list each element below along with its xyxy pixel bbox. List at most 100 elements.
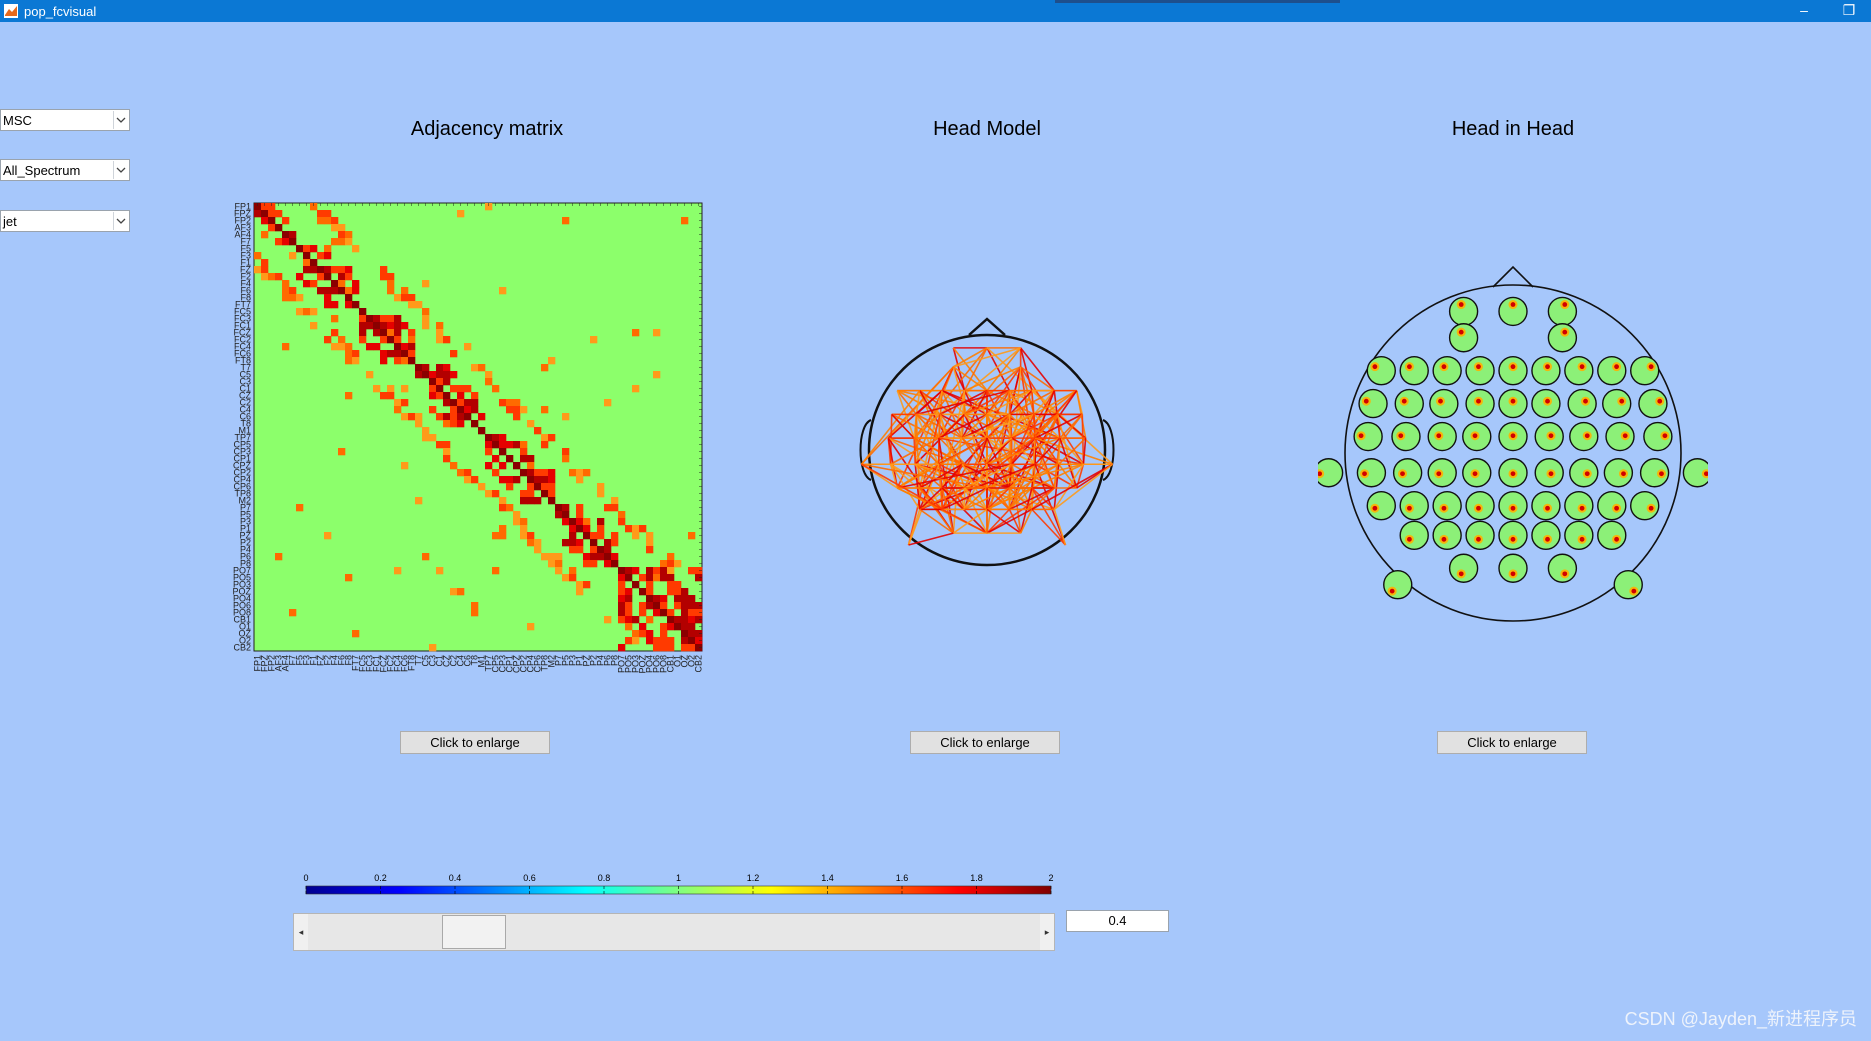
matrix-cell <box>471 392 479 400</box>
matrix-cell <box>324 273 332 281</box>
matrix-cell <box>569 532 577 540</box>
matrix-cell <box>604 560 612 568</box>
threshold-slider[interactable]: ◂ ▸ <box>293 913 1055 951</box>
matrix-cell <box>513 406 521 414</box>
matrix-cell <box>555 567 563 575</box>
matrix-cell <box>478 413 486 421</box>
matrix-cell <box>597 518 605 526</box>
enlarge-adjacency-button[interactable]: Click to enlarge <box>400 731 550 754</box>
matrix-cell <box>331 343 339 351</box>
matrix-cell <box>275 210 283 218</box>
matrix-cell <box>331 266 339 274</box>
matrix-cell <box>590 539 598 547</box>
chevron-down-icon <box>113 212 128 230</box>
slider-right-arrow-icon[interactable]: ▸ <box>1040 914 1054 950</box>
matrix-cell <box>380 322 388 330</box>
head-in-head-title: Head in Head <box>1451 118 1575 140</box>
colorbar-tick-label: 1.6 <box>896 873 909 883</box>
matrix-cell <box>338 238 346 246</box>
matrix-cell <box>359 308 367 316</box>
colorbar-tick-label: 0.2 <box>374 873 387 883</box>
matrix-cell <box>506 455 514 463</box>
matrix-cell <box>513 462 521 470</box>
mini-head <box>1643 421 1673 452</box>
matrix-cell <box>268 224 276 232</box>
matrix-cell <box>576 588 584 596</box>
matrix-cell <box>646 602 654 610</box>
mini-head <box>1597 520 1627 551</box>
matrix-cell <box>653 371 661 379</box>
matrix-cell <box>639 574 647 582</box>
matrix-cell <box>688 623 696 631</box>
enlarge-head-model-button[interactable]: Click to enlarge <box>910 731 1060 754</box>
matrix-cell <box>296 504 304 512</box>
matrix-cell <box>646 588 654 596</box>
matrix-cell <box>436 364 444 372</box>
matrix-cell <box>331 217 339 225</box>
mini-head <box>1498 296 1528 327</box>
connectivity-edge <box>953 347 1021 368</box>
matrix-cell <box>317 210 325 218</box>
matrix-cell <box>436 378 444 386</box>
matrix-cell <box>429 392 437 400</box>
matrix-cell <box>597 490 605 498</box>
mini-head <box>1531 355 1561 386</box>
matrix-cell <box>562 217 570 225</box>
threshold-value-field[interactable]: 0.4 <box>1066 910 1169 932</box>
matrix-cell <box>618 518 626 526</box>
matrix-cell <box>471 399 479 407</box>
head-model-title: Head Model <box>933 118 1041 140</box>
colormap-dropdown[interactable]: jet <box>0 210 130 232</box>
matrix-cell <box>457 469 465 477</box>
matrix-cell <box>422 364 430 372</box>
matrix-cell <box>317 217 325 225</box>
matrix-cell <box>443 420 451 428</box>
chevron-down-icon <box>113 111 128 129</box>
matrix-cell <box>289 231 297 239</box>
matrix-cell <box>653 637 661 645</box>
matrix-cell <box>611 532 619 540</box>
enlarge-head-in-head-button[interactable]: Click to enlarge <box>1437 731 1587 754</box>
mini-heads <box>1318 296 1708 600</box>
slider-thumb[interactable] <box>441 915 506 949</box>
matrix-cell <box>464 399 472 407</box>
connectivity-edges <box>860 347 1114 546</box>
matrix-cell <box>499 525 507 533</box>
colormap-dropdown-value: jet <box>3 214 17 229</box>
mini-head <box>1427 458 1457 488</box>
matrix-cell <box>534 539 542 547</box>
restore-button[interactable]: ❐ <box>1827 0 1871 22</box>
colorbar-tick-label: 0 <box>303 873 308 883</box>
matrix-cell <box>394 399 402 407</box>
nose-outline <box>1492 265 1534 288</box>
matrix-cell <box>667 623 675 631</box>
slider-left-arrow-icon[interactable]: ◂ <box>294 914 308 950</box>
matrix-cell <box>681 595 689 603</box>
matlab-app-icon <box>4 4 18 18</box>
matrix-cell <box>415 413 423 421</box>
matrix-cell <box>667 581 675 589</box>
matrix-cell <box>555 511 563 519</box>
matrix-cell <box>555 553 563 561</box>
matrix-cell <box>520 455 528 463</box>
connectivity-edge <box>986 508 1033 534</box>
measure-dropdown[interactable]: MSC <box>0 109 130 131</box>
matrix-cell <box>618 609 626 617</box>
matrix-cell <box>660 595 668 603</box>
matrix-cell <box>310 280 318 288</box>
matrix-cell <box>646 595 654 603</box>
matrix-cell <box>513 413 521 421</box>
matrix-cell <box>324 301 332 309</box>
mini-head <box>1356 458 1387 488</box>
matrix-cell <box>429 434 437 442</box>
matrix-cell <box>688 644 696 652</box>
colorbar-tick-label: 1.4 <box>821 873 834 883</box>
matrix-cell <box>667 644 675 652</box>
mini-head <box>1498 458 1528 488</box>
matrix-cell <box>345 287 353 295</box>
matrix-cell <box>394 329 402 337</box>
matrix-cell <box>653 329 661 337</box>
matrix-cell <box>373 322 381 330</box>
minimize-button[interactable]: – <box>1782 0 1826 22</box>
band-dropdown[interactable]: All_Spectrum <box>0 159 130 181</box>
